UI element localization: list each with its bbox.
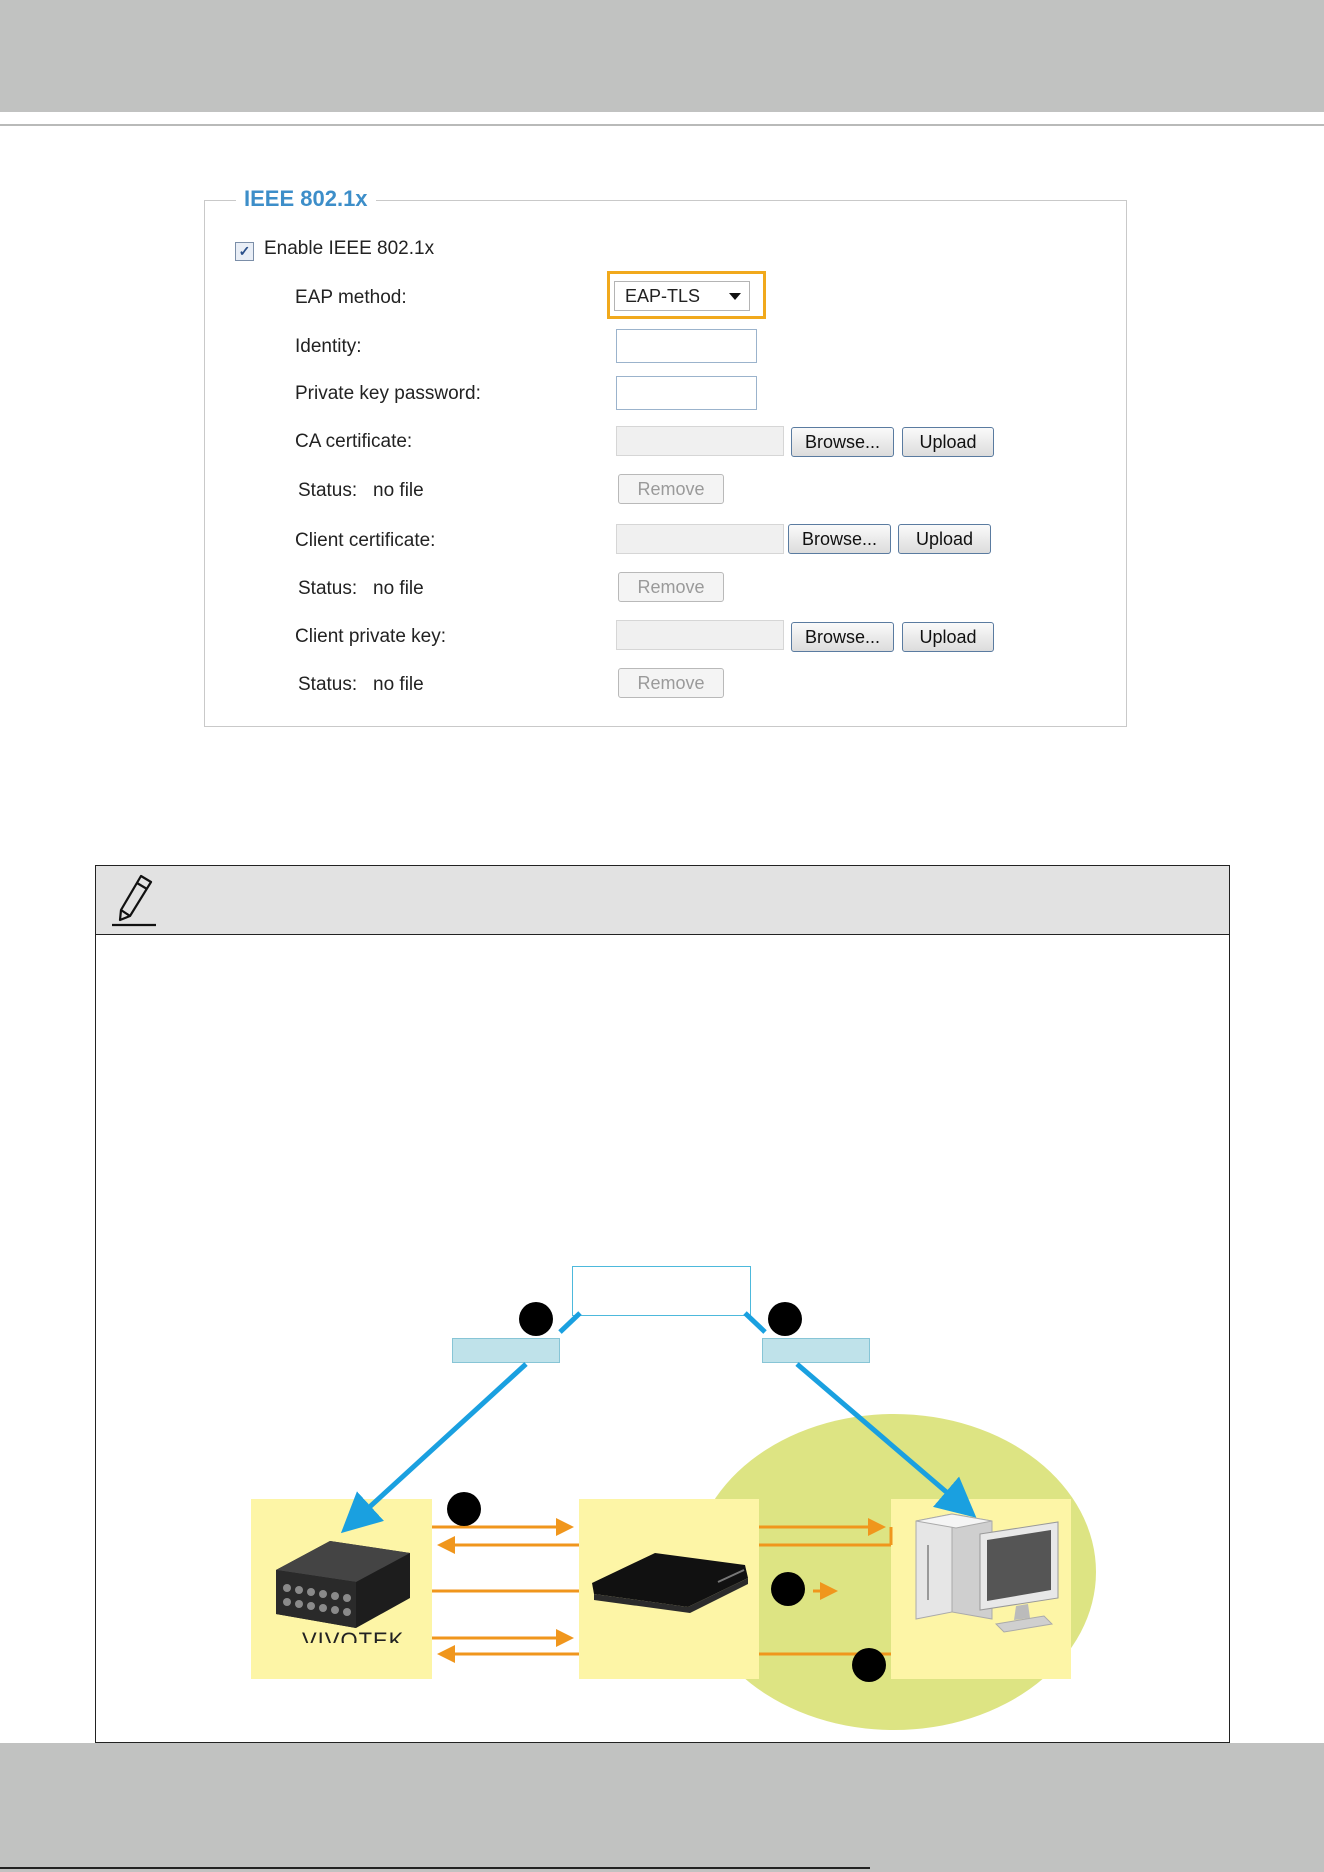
private-key-remove-button[interactable]: Remove — [618, 668, 724, 698]
left-certificate-tag — [452, 1338, 560, 1363]
switch-box — [579, 1499, 759, 1679]
private-key-upload-button[interactable]: Upload — [902, 622, 994, 652]
ca-browse-button[interactable]: Browse... — [791, 427, 894, 457]
section-title: IEEE 802.1x — [236, 186, 376, 212]
right-certificate-tag — [762, 1338, 870, 1363]
client-cert-browse-button[interactable]: Browse... — [788, 524, 891, 554]
server-box — [891, 1499, 1071, 1679]
step-marker-dot — [519, 1302, 553, 1336]
step-marker-dot — [852, 1648, 886, 1682]
client-cert-status-value: no file — [373, 578, 424, 599]
client-private-key-file-field[interactable] — [616, 620, 784, 650]
chevron-down-icon — [729, 293, 741, 300]
footer-rule — [0, 1867, 870, 1869]
identity-input[interactable] — [616, 329, 757, 363]
step-marker-dot — [447, 1492, 481, 1526]
step-marker-dot — [768, 1302, 802, 1336]
ca-status-label: Status: — [298, 480, 358, 501]
page-footer-band — [0, 1743, 1324, 1872]
note-header — [96, 866, 1229, 935]
client-private-key-label: Client private key: — [295, 626, 447, 647]
pencil-icon — [112, 874, 156, 927]
ca-certificate-file-field[interactable] — [616, 426, 784, 456]
eap-method-select[interactable]: EAP-TLS — [614, 281, 750, 311]
certificate-authority-box — [572, 1266, 751, 1316]
private-key-password-input[interactable] — [616, 376, 757, 410]
client-cert-upload-button[interactable]: Upload — [898, 524, 991, 554]
enable-ieee-label: Enable IEEE 802.1x — [264, 238, 435, 259]
private-key-password-label: Private key password: — [295, 383, 481, 404]
eap-method-label: EAP method: — [295, 287, 407, 308]
identity-label: Identity: — [295, 336, 362, 357]
client-cert-status-label: Status: — [298, 578, 358, 599]
client-certificate-file-field[interactable] — [616, 524, 784, 554]
device-brand-label: VIVOTEK — [302, 1628, 405, 1643]
ca-certificate-label: CA certificate: — [295, 431, 413, 452]
header-divider — [0, 124, 1324, 126]
camera-box — [251, 1499, 432, 1679]
ca-status-value: no file — [373, 480, 424, 501]
private-key-status-value: no file — [373, 674, 424, 695]
private-key-status-label: Status: — [298, 674, 358, 695]
page-header-band — [0, 0, 1324, 112]
client-cert-remove-button[interactable]: Remove — [618, 572, 724, 602]
ca-remove-button[interactable]: Remove — [618, 474, 724, 504]
ca-upload-button[interactable]: Upload — [902, 427, 994, 457]
private-key-browse-button[interactable]: Browse... — [791, 622, 894, 652]
eap-method-value: EAP-TLS — [625, 286, 701, 306]
step-marker-dot — [771, 1572, 805, 1606]
enable-ieee-checkbox[interactable]: ✓ — [235, 242, 254, 261]
client-certificate-label: Client certificate: — [295, 530, 436, 551]
